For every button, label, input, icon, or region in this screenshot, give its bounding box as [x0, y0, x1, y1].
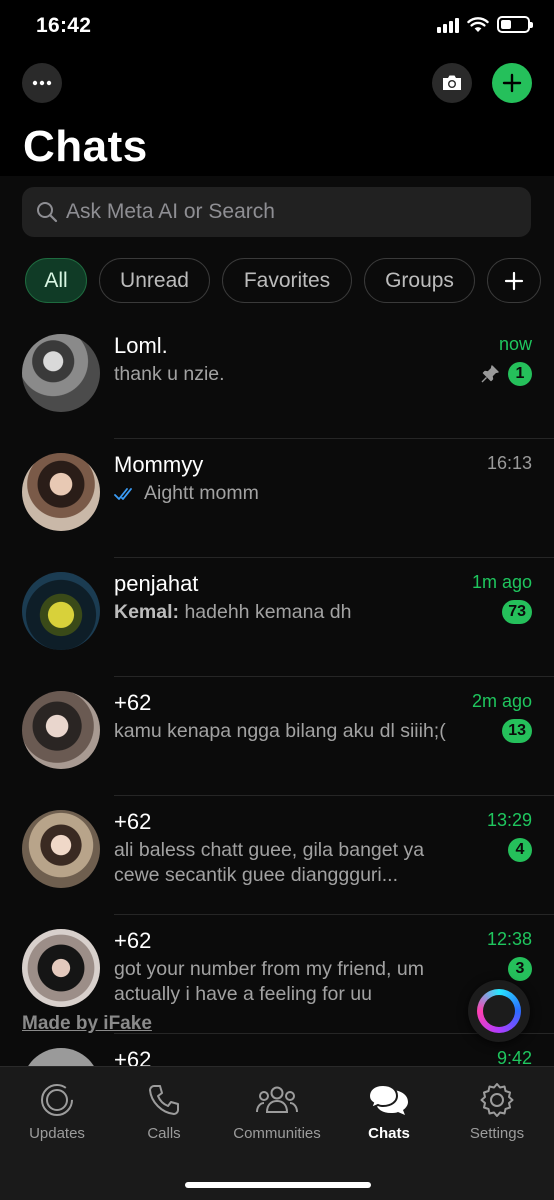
chat-name: Mommyy [114, 452, 204, 477]
tab-label: Chats [368, 1125, 410, 1142]
more-options-button[interactable] [22, 63, 62, 103]
avatar [22, 572, 100, 650]
avatar [22, 334, 100, 412]
chat-row[interactable]: +62 9:42 [0, 1034, 554, 1066]
chat-time: 12:38 [486, 929, 532, 949]
meta-ai-icon [477, 989, 521, 1033]
chat-preview: kamu kenapa ngga bilang aku dl siiih;( [114, 720, 446, 742]
tab-bar: Updates Calls Communities Chats Settings [0, 1066, 554, 1200]
unread-badge: 3 [508, 957, 532, 981]
avatar [22, 810, 100, 888]
tab-label: Calls [147, 1125, 181, 1142]
chat-time: 9:42 [496, 1048, 532, 1066]
chat-time: 13:29 [486, 810, 532, 830]
chat-preview: thank u nzie. [114, 363, 225, 385]
search-placeholder: Ask Meta AI or Search [66, 200, 275, 223]
chat-row[interactable]: penjahat Kemal: hadehh kemana dh 1m ago … [0, 558, 554, 677]
tab-updates[interactable]: Updates [2, 1081, 112, 1142]
tab-chats[interactable]: Chats [334, 1081, 444, 1142]
chat-preview: hadehh kemana dh [184, 601, 352, 623]
avatar [22, 691, 100, 769]
tab-label: Updates [29, 1125, 85, 1142]
signal-icon [437, 17, 459, 33]
chat-name: penjahat [114, 571, 199, 596]
camera-button[interactable] [432, 63, 472, 103]
chat-name: +62 [114, 928, 152, 953]
add-filter-button[interactable] [487, 258, 541, 303]
chat-time: 1m ago [471, 572, 532, 592]
filter-groups[interactable]: Groups [364, 258, 475, 303]
status-bar: 16:42 [0, 0, 554, 56]
chat-time: 16:13 [486, 453, 532, 473]
chat-row[interactable]: +62 kamu kenapa ngga bilang aku dl siiih… [0, 677, 554, 796]
meta-ai-button[interactable] [468, 980, 530, 1042]
avatar [22, 453, 100, 531]
communities-icon [256, 1086, 298, 1113]
new-chat-button[interactable] [492, 63, 532, 103]
home-indicator [185, 1182, 371, 1188]
watermark: Made by iFake [22, 1013, 152, 1034]
chat-preview: Aightt momm [144, 482, 259, 504]
tab-calls[interactable]: Calls [109, 1081, 219, 1142]
tab-settings[interactable]: Settings [442, 1081, 552, 1142]
unread-badge: 13 [502, 719, 532, 743]
status-icons [437, 16, 533, 33]
chat-sender: Kemal: [114, 601, 180, 623]
unread-badge: 4 [508, 838, 532, 862]
camera-icon [443, 75, 461, 90]
page-title: Chats [23, 122, 148, 171]
plus-icon [502, 73, 522, 93]
chat-row[interactable]: Mommyy Aightt momm 16:13 [0, 439, 554, 558]
unread-badge: 73 [502, 600, 532, 624]
chat-time: now [498, 334, 532, 354]
chat-list: Loml. thank u nzie. now 1 Mommyy Aightt … [0, 320, 554, 1066]
unread-badge: 1 [508, 362, 532, 386]
chat-name: +62 [114, 1047, 152, 1066]
avatar [22, 929, 100, 1007]
chat-preview-wrap: Aightt momm [114, 481, 474, 506]
chat-name: +62 [114, 690, 152, 715]
filter-chips: All Unread Favorites Groups [25, 258, 541, 303]
battery-icon [497, 16, 533, 33]
read-receipt-icon [114, 487, 132, 500]
ellipsis-icon [32, 80, 52, 86]
filter-unread[interactable]: Unread [99, 258, 210, 303]
chat-name: Loml. [114, 333, 168, 358]
avatar [22, 1048, 100, 1066]
header-actions [0, 63, 554, 103]
chat-time: 2m ago [471, 691, 532, 711]
chats-content: Ask Meta AI or Search All Unread Favorit… [0, 176, 554, 1066]
status-time: 16:42 [36, 14, 92, 37]
search-icon [37, 202, 58, 223]
filter-all[interactable]: All [25, 258, 87, 303]
chat-row[interactable]: +62 ali baless chatt guee, gila banget y… [0, 796, 554, 915]
phone-icon [149, 1085, 179, 1115]
filter-favorites[interactable]: Favorites [222, 258, 352, 303]
tab-label: Settings [469, 1125, 525, 1142]
chats-icon [367, 1083, 408, 1115]
chat-preview: got your number from my friend, um actua… [114, 958, 424, 1005]
tab-communities[interactable]: Communities [222, 1081, 332, 1142]
plus-icon [504, 271, 524, 290]
chat-row[interactable]: Loml. thank u nzie. now 1 [0, 320, 554, 439]
updates-icon [41, 1084, 73, 1116]
tab-label: Communities [233, 1125, 321, 1142]
pin-icon [481, 365, 499, 383]
chat-preview-wrap: Kemal: hadehh kemana dh [114, 600, 474, 625]
chat-name: +62 [114, 809, 152, 834]
gear-icon [480, 1083, 514, 1117]
search-input[interactable]: Ask Meta AI or Search [22, 187, 531, 237]
wifi-icon [467, 16, 489, 32]
chat-preview: ali baless chatt guee, gila banget ya ce… [114, 839, 425, 886]
